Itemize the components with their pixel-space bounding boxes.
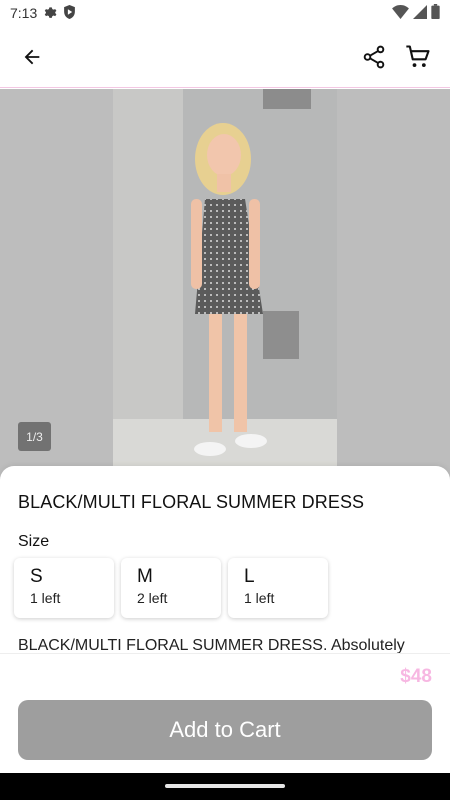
size-option-m[interactable]: M 2 left xyxy=(121,558,221,618)
system-navigation-bar xyxy=(0,773,450,800)
product-price: $48 xyxy=(400,666,432,687)
product-photo xyxy=(113,89,337,489)
dress-illustration xyxy=(113,89,337,489)
share-button[interactable] xyxy=(356,39,392,75)
status-time: 7:13 xyxy=(10,5,38,21)
size-stock: 1 left xyxy=(244,590,275,606)
size-option-l[interactable]: L 1 left xyxy=(228,558,328,618)
product-details-sheet: BLACK/MULTI FLORAL SUMMER DRESS Size S 1… xyxy=(0,466,450,656)
home-gesture-handle[interactable] xyxy=(165,784,285,788)
purchase-footer: $48 Add to Cart xyxy=(0,653,450,773)
size-stock: 1 left xyxy=(30,590,61,606)
size-label: Size xyxy=(18,533,50,550)
battery-icon xyxy=(431,4,440,22)
size-code: S xyxy=(30,566,43,587)
size-option-s[interactable]: S 1 left xyxy=(14,558,114,618)
product-title: BLACK/MULTI FLORAL SUMMER DRESS xyxy=(18,492,365,512)
size-code: L xyxy=(244,566,255,587)
cart-icon xyxy=(406,44,430,67)
image-counter: 1/3 xyxy=(18,422,51,451)
app-bar xyxy=(0,26,450,88)
share-icon xyxy=(363,45,385,68)
product-image-gallery[interactable]: 1/3 xyxy=(0,89,450,489)
add-to-cart-button[interactable]: Add to Cart xyxy=(18,700,432,760)
size-code: M xyxy=(137,566,153,587)
size-options: S 1 left M 2 left L 1 left xyxy=(14,558,328,618)
back-button[interactable] xyxy=(14,39,50,75)
cart-button[interactable] xyxy=(400,39,436,75)
arrow-left-icon xyxy=(24,49,40,64)
status-bar: 7:13 xyxy=(0,0,450,26)
shield-play-icon xyxy=(63,4,76,22)
signal-icon xyxy=(413,4,427,22)
wifi-icon xyxy=(392,4,409,22)
gear-icon xyxy=(43,5,57,22)
size-stock: 2 left xyxy=(137,590,168,606)
